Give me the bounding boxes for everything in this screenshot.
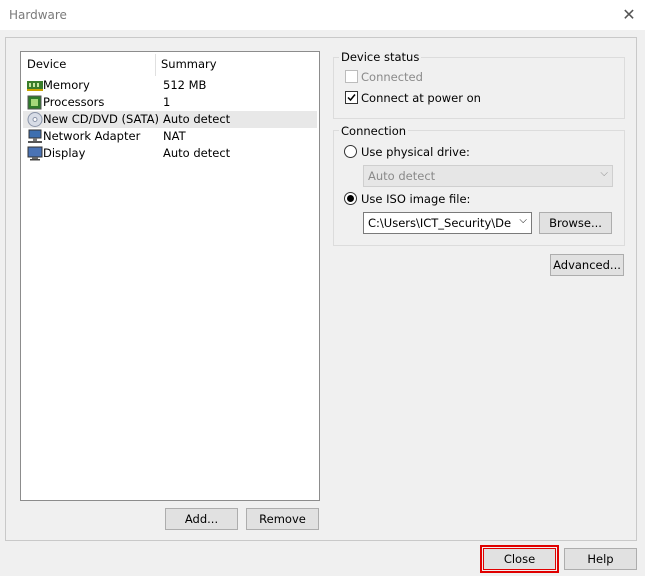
physical-drive-select[interactable]: Auto detect ⌵ (363, 165, 613, 187)
device-summary: 1 (163, 95, 171, 109)
use-physical-drive-radio[interactable] (344, 145, 357, 158)
connect-at-power-on-label: Connect at power on (361, 91, 481, 105)
device-summary: NAT (163, 129, 186, 143)
connect-at-power-on-checkbox[interactable] (345, 91, 358, 104)
device-list[interactable]: Device Summary Memory 512 MB Processors … (20, 51, 320, 501)
device-summary: 512 MB (163, 78, 207, 92)
memory-icon (27, 81, 43, 91)
device-row-processors[interactable]: Processors 1 (23, 94, 317, 111)
radio-selected-dot (347, 195, 354, 202)
close-button[interactable]: Close (480, 545, 559, 573)
use-iso-label: Use ISO image file: (361, 192, 471, 206)
checkmark-icon (347, 94, 356, 102)
connected-label: Connected (361, 70, 423, 84)
column-header-summary[interactable]: Summary (155, 52, 217, 76)
device-name: Processors (43, 95, 105, 109)
remove-button[interactable]: Remove (246, 508, 319, 530)
help-button[interactable]: Help (564, 548, 637, 570)
title-bar: Hardware ✕ (0, 0, 645, 30)
add-button[interactable]: Add... (165, 508, 238, 530)
cd-dvd-icon (27, 112, 43, 127)
device-summary: Auto detect (163, 112, 231, 126)
processor-icon (27, 95, 42, 110)
advanced-button[interactable]: Advanced... (550, 254, 624, 276)
use-physical-drive-label: Use physical drive: (361, 145, 470, 159)
chevron-down-icon[interactable]: ⌵ (519, 215, 527, 226)
device-name: Memory (43, 78, 90, 92)
iso-path-input[interactable]: C:\Users\ICT_Security\De ⌵ (363, 212, 532, 234)
device-row-network-adapter[interactable]: Network Adapter NAT (23, 128, 317, 145)
device-status-group (333, 57, 625, 119)
physical-drive-value: Auto detect (368, 169, 436, 183)
device-name: Network Adapter (43, 129, 141, 143)
device-summary: Auto detect (163, 146, 231, 160)
use-iso-radio[interactable] (344, 192, 357, 205)
iso-path-value: C:\Users\ICT_Security\De (368, 216, 512, 230)
device-status-title: Device status (339, 50, 422, 64)
network-adapter-icon (28, 129, 42, 143)
device-row-display[interactable]: Display Auto detect (23, 145, 317, 162)
display-icon (27, 146, 43, 161)
close-icon[interactable]: ✕ (620, 6, 638, 24)
column-header-device[interactable]: Device (21, 52, 66, 76)
device-row-cd-dvd[interactable]: New CD/DVD (SATA) Auto detect (23, 111, 317, 128)
device-name: New CD/DVD (SATA) (43, 112, 159, 126)
chevron-down-icon: ⌵ (600, 168, 608, 179)
browse-button[interactable]: Browse... (539, 212, 612, 234)
device-name: Display (43, 146, 86, 160)
connection-title: Connection (339, 124, 409, 138)
connected-checkbox[interactable] (345, 70, 358, 83)
window-title: Hardware (9, 8, 67, 22)
device-row-memory[interactable]: Memory 512 MB (23, 77, 317, 94)
